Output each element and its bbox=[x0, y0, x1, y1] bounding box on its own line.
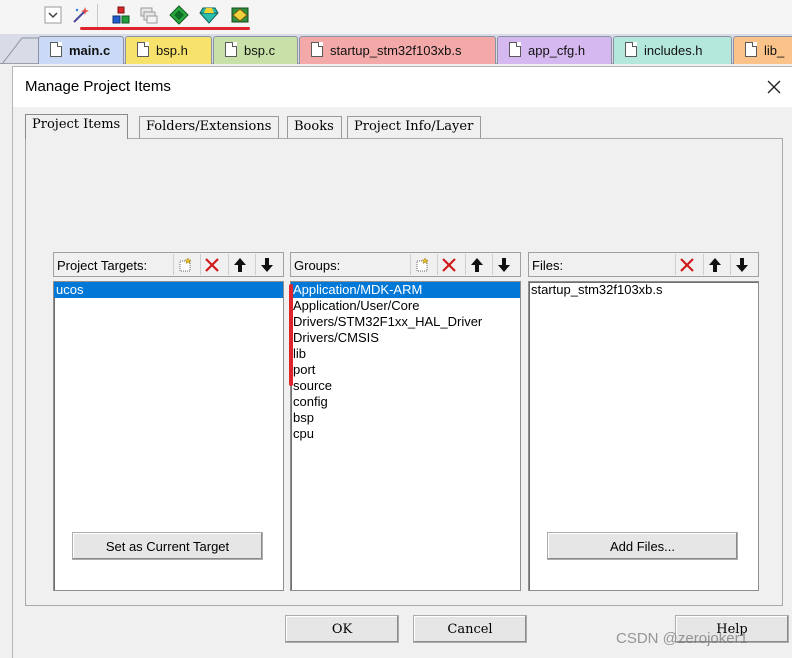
arrow-up-icon bbox=[233, 257, 246, 272]
manage-project-items-dialog: Manage Project Items Project Items Folde… bbox=[12, 66, 792, 658]
arrow-up-icon bbox=[708, 257, 721, 272]
tab-books[interactable]: Books bbox=[287, 116, 342, 138]
delete-icon bbox=[441, 257, 456, 272]
list-item[interactable]: Application/User/Core bbox=[291, 298, 520, 314]
magic-wand-icon[interactable] bbox=[70, 4, 92, 26]
file-tab[interactable]: app_cfg.h bbox=[497, 36, 612, 64]
file-tab-label: main.c bbox=[69, 43, 111, 58]
red-annotation-underline bbox=[80, 27, 250, 30]
arrow-up-icon bbox=[470, 257, 483, 272]
set-current-target-button[interactable]: Set as Current Target bbox=[72, 532, 263, 560]
file-tab[interactable]: main.c bbox=[38, 36, 124, 64]
list-item[interactable]: lib bbox=[291, 346, 520, 362]
project-items-icon[interactable] bbox=[110, 4, 132, 26]
file-tab[interactable]: bsp.h bbox=[125, 36, 212, 64]
project-items-panel: Project Targets: ucos Groups: Applicatio… bbox=[25, 138, 783, 606]
list-item[interactable]: Drivers/STM32F1xx_HAL_Driver bbox=[291, 314, 520, 330]
file-tab[interactable]: bsp.c bbox=[213, 36, 298, 64]
dialog-title: Manage Project Items bbox=[25, 78, 171, 95]
new-item-icon bbox=[416, 256, 429, 271]
file-tab-label: bsp.c bbox=[244, 43, 276, 58]
list-item[interactable]: startup_stm32f103xb.s bbox=[529, 282, 758, 298]
file-tab-label: lib_ bbox=[764, 43, 785, 58]
list-item[interactable]: source bbox=[291, 378, 520, 394]
list-item[interactable]: bsp bbox=[291, 410, 520, 426]
groups-label: Groups: bbox=[294, 258, 341, 273]
cancel-button[interactable]: Cancel bbox=[413, 615, 527, 643]
document-icon bbox=[311, 42, 323, 57]
groups-header: Groups: bbox=[290, 252, 521, 277]
new-target-button[interactable] bbox=[173, 254, 195, 275]
file-tab-label: bsp.h bbox=[156, 43, 188, 58]
document-icon bbox=[509, 42, 521, 57]
tab-folders-extensions[interactable]: Folders/Extensions bbox=[139, 116, 280, 138]
document-icon bbox=[225, 42, 237, 57]
list-item[interactable]: Application/MDK-ARM bbox=[291, 282, 520, 298]
document-icon bbox=[137, 42, 149, 57]
add-files-button[interactable]: Add Files... bbox=[547, 532, 738, 560]
delete-target-button[interactable] bbox=[200, 254, 222, 275]
arrow-down-icon bbox=[735, 257, 748, 272]
new-group-button[interactable] bbox=[410, 254, 432, 275]
list-item[interactable]: Drivers/CMSIS bbox=[291, 330, 520, 346]
red-annotation-bar bbox=[289, 284, 293, 386]
tab-project-info-layer[interactable]: Project Info/Layer bbox=[347, 116, 482, 138]
move-file-up-button[interactable] bbox=[703, 254, 725, 275]
files-label: Files: bbox=[532, 258, 564, 273]
list-item[interactable]: port bbox=[291, 362, 520, 378]
dialog-titlebar: Manage Project Items bbox=[13, 67, 792, 107]
file-tab[interactable]: includes.h bbox=[613, 36, 732, 64]
move-group-down-button[interactable] bbox=[492, 254, 514, 275]
file-tab[interactable]: startup_stm32f103xb.s bbox=[299, 36, 496, 64]
file-tab-label: app_cfg.h bbox=[528, 43, 586, 58]
window-stack-icon[interactable] bbox=[138, 4, 160, 26]
document-icon bbox=[745, 42, 757, 57]
green-diamond-icon[interactable] bbox=[168, 4, 190, 26]
editor-file-tabs: main.c bsp.h bsp.c startup_stm32f103xb.s app… bbox=[0, 34, 792, 65]
file-tab[interactable]: lib_ bbox=[733, 36, 792, 64]
file-tab-label: includes.h bbox=[644, 43, 703, 58]
ok-button[interactable]: OK bbox=[285, 615, 399, 643]
files-header: Files: bbox=[528, 252, 759, 277]
gem-icon[interactable] bbox=[198, 4, 220, 26]
delete-icon bbox=[204, 257, 219, 272]
tab-project-items[interactable]: Project Items bbox=[25, 114, 129, 139]
delete-file-button[interactable] bbox=[675, 254, 697, 275]
file-tab-label: startup_stm32f103xb.s bbox=[330, 43, 462, 58]
document-icon bbox=[50, 42, 62, 57]
project-targets-header: Project Targets: bbox=[53, 252, 284, 277]
project-targets-label: Project Targets: bbox=[57, 258, 148, 273]
arrow-down-icon bbox=[260, 257, 273, 272]
move-target-up-button[interactable] bbox=[228, 254, 250, 275]
delete-group-button[interactable] bbox=[437, 254, 459, 275]
new-item-icon bbox=[179, 256, 192, 271]
move-group-up-button[interactable] bbox=[465, 254, 487, 275]
books-icon[interactable] bbox=[229, 4, 251, 26]
close-button[interactable] bbox=[764, 77, 784, 97]
close-icon bbox=[767, 80, 781, 94]
delete-icon bbox=[679, 257, 694, 272]
arrow-down-icon bbox=[497, 257, 510, 272]
dropdown-arrow-icon[interactable] bbox=[42, 4, 64, 26]
watermark: CSDN @zerojoker1 bbox=[616, 630, 748, 647]
document-icon bbox=[625, 42, 637, 57]
toolbar bbox=[0, 0, 792, 34]
groups-list[interactable]: Application/MDK-ARM Application/User/Core… bbox=[290, 281, 521, 591]
list-item[interactable]: config bbox=[291, 394, 520, 410]
tab-scroll-area bbox=[0, 36, 40, 65]
list-item[interactable]: ucos bbox=[54, 282, 283, 298]
list-item[interactable]: cpu bbox=[291, 426, 520, 442]
move-target-down-button[interactable] bbox=[255, 254, 277, 275]
move-file-down-button[interactable] bbox=[730, 254, 752, 275]
screen: main.c bsp.h bsp.c startup_stm32f103xb.s app… bbox=[0, 0, 792, 658]
toolbar-separator bbox=[97, 4, 98, 28]
